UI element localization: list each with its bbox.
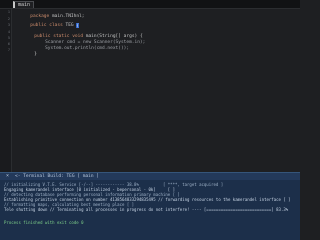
text-cursor: { — [76, 23, 80, 28]
ide-window: main 1 2 3 4 5 6 7 package main.TNIhnl; … — [0, 0, 300, 240]
process-exit-message: Process finished with exit code 0 — [4, 220, 84, 225]
terminal-title: <- Terminal Build: TEG [ main ] — [15, 174, 99, 179]
line-number: 2 — [7, 17, 10, 21]
line-number: 7 — [7, 48, 10, 52]
line-number: 1 — [7, 10, 10, 14]
line-number: 6 — [7, 42, 10, 46]
line-number: 5 — [7, 36, 10, 40]
code-keyword: public class — [30, 23, 63, 28]
code-text: TEG — [62, 23, 77, 28]
code-text: } — [34, 52, 37, 57]
line-number: 4 — [7, 30, 10, 34]
code-text: System.out.println(cmd.next()); — [34, 46, 130, 51]
tab-bar: main — [0, 0, 300, 9]
code-editor[interactable]: 1 2 3 4 5 6 7 package main.TNIhnl; publi… — [0, 9, 300, 172]
terminal-panel[interactable]: × <- Terminal Build: TEG [ main ] // ini… — [0, 172, 300, 240]
code-line-6: } — [18, 47, 37, 62]
line-number: 3 — [7, 23, 10, 27]
close-icon[interactable]: × — [6, 174, 11, 179]
terminal-output-line: Tele shutting down // Terminating all pr… — [4, 207, 289, 212]
tab-main[interactable]: main — [13, 1, 35, 8]
line-number-gutter: 1 2 3 4 5 6 7 — [0, 9, 12, 172]
terminal-header: × <- Terminal Build: TEG [ main ] — [0, 173, 300, 180]
